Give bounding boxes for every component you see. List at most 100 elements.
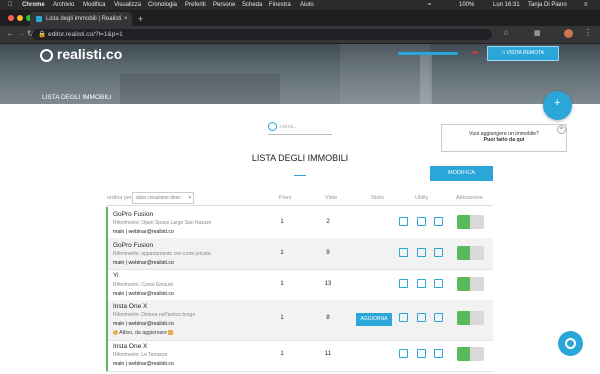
viste-value: 9 — [326, 250, 330, 256]
address-bar[interactable]: 🔒 editor.realisti.co/?l=1&p=1 — [32, 29, 492, 40]
image-icon[interactable] — [417, 279, 426, 288]
chevron-down-icon: ▾ — [188, 195, 191, 201]
property-name[interactable]: Insta One X — [113, 303, 147, 310]
activation-toggle[interactable] — [457, 311, 484, 325]
property-name[interactable]: Insta One X — [113, 343, 147, 350]
user-name[interactable]: Tanja Di Piano — [528, 0, 567, 10]
image-icon[interactable] — [417, 217, 426, 226]
sort-label: ordina per — [107, 195, 132, 201]
video-icon: □ — [501, 50, 506, 56]
image-icon[interactable] — [417, 248, 426, 257]
new-tab-icon[interactable]: + — [138, 12, 143, 26]
active-indicator — [106, 300, 108, 340]
col-header-attivazione: Attivazione — [456, 195, 483, 201]
chat-icon — [565, 338, 576, 349]
menu-dots-icon[interactable]: ⋮ — [584, 28, 592, 37]
back-icon[interactable]: ← — [6, 29, 14, 38]
activation-toggle[interactable] — [457, 347, 484, 361]
search-field[interactable]: cerca... — [268, 122, 332, 135]
close-tab-icon[interactable]: × — [124, 12, 128, 26]
minimize-window-icon[interactable] — [17, 15, 23, 21]
status-text: Attivo, da aggiornare — [119, 330, 168, 336]
info-icon — [168, 330, 174, 336]
url-text: editor.realisti.co/?l=1&p=1 — [48, 31, 123, 38]
apple-menu-icon[interactable]:  — [8, 0, 13, 10]
piani-value: 1 — [280, 315, 284, 321]
search-placeholder: cerca... — [280, 124, 299, 130]
close-window-icon[interactable] — [8, 15, 14, 21]
menu-cronologia[interactable]: Cronologia — [148, 0, 177, 10]
search-icon — [268, 122, 277, 131]
piani-value: 1 — [280, 219, 284, 225]
clock[interactable]: Lun 16:31 — [493, 0, 520, 10]
tab-title: Lista degli immobili | Realisti.co — [46, 16, 122, 22]
external-link-icon[interactable] — [434, 217, 443, 226]
add-property-button[interactable]: + — [543, 91, 572, 120]
col-header-piani: Piani — [279, 195, 292, 201]
property-name[interactable]: Yi — [113, 272, 119, 279]
page-title: LISTA DEGLI IMMOBILI — [251, 153, 349, 163]
profile-avatar[interactable] — [564, 29, 573, 38]
property-name[interactable]: GoPro Fusion — [113, 242, 153, 249]
property-account: main | webinar@realisti.co — [113, 321, 174, 327]
activation-toggle[interactable] — [457, 246, 484, 260]
image-icon[interactable] — [417, 349, 426, 358]
chat-button[interactable] — [558, 331, 583, 356]
modifica-button[interactable]: MODIFICA — [430, 166, 493, 181]
logo[interactable]: realisti.co — [40, 46, 122, 62]
table-row: GoPro Fusion Riferimento: appartamento c… — [106, 238, 493, 270]
forward-icon[interactable]: → — [17, 29, 25, 38]
viste-value: 8 — [326, 315, 330, 321]
viste-value: 2 — [326, 219, 330, 225]
image-icon[interactable] — [417, 313, 426, 322]
menu-preferiti[interactable]: Preferiti — [185, 0, 206, 10]
play-icon[interactable] — [399, 313, 408, 322]
activation-toggle[interactable] — [457, 215, 484, 229]
menu-aiuto[interactable]: Aiuto — [300, 0, 314, 10]
aggiorna-button[interactable]: AGGIORNA — [356, 313, 392, 326]
battery-level[interactable]: 100% — [459, 0, 474, 10]
play-icon[interactable] — [399, 217, 408, 226]
browser-tab[interactable]: Lista degli immobili | Realisti.co × — [30, 12, 132, 26]
external-link-icon[interactable] — [434, 248, 443, 257]
table-row: Yi Riferimento: Corso Einaudi main | web… — [106, 269, 493, 301]
menu-archivio[interactable]: Archivio — [53, 0, 74, 10]
viste-value: 13 — [324, 281, 332, 287]
logo-icon — [40, 48, 53, 62]
property-account: main | webinar@realisti.co — [113, 260, 174, 266]
title-underline — [294, 175, 306, 176]
menu-persone[interactable]: Persone — [213, 0, 235, 10]
menu-modifica[interactable]: Modifica — [83, 0, 105, 10]
active-indicator — [106, 269, 108, 300]
account-selector[interactable] — [398, 52, 458, 55]
play-icon[interactable] — [399, 248, 408, 257]
play-icon[interactable] — [399, 349, 408, 358]
menu-visualizza[interactable]: Visualizza — [114, 0, 141, 10]
property-account: main | webinar@realisti.co — [113, 229, 174, 235]
extensions-icon[interactable]: ▦ — [534, 29, 541, 37]
property-ref: Riferimento: Open Space Largo San Nazaro — [113, 220, 212, 226]
property-account: main | webinar@realisti.co — [113, 291, 174, 297]
piani-value: 1 — [280, 351, 284, 357]
bookmark-icon[interactable]: ☆ — [503, 29, 509, 37]
external-link-icon[interactable] — [434, 349, 443, 358]
external-link-icon[interactable] — [434, 313, 443, 322]
control-center-icon[interactable]: ≡ — [584, 0, 588, 10]
external-link-icon[interactable] — [434, 279, 443, 288]
close-icon[interactable]: × — [557, 125, 566, 134]
property-ref: Riferimento: Le Terrazze — [113, 352, 168, 358]
banner-page-title: LISTA DEGLI IMMOBILI — [42, 94, 112, 101]
property-name[interactable]: GoPro Fusion — [113, 211, 153, 218]
col-header-viste: Viste — [325, 195, 338, 201]
activation-toggle[interactable] — [457, 277, 484, 291]
favicon-icon — [36, 16, 42, 22]
viste-value: 11 — [324, 351, 332, 357]
menu-scheda[interactable]: Scheda — [242, 0, 262, 10]
visita-remota-button[interactable]: □ VISITA REMOTA — [487, 46, 559, 61]
menu-chrome[interactable]: Chrome — [22, 0, 45, 10]
wifi-icon[interactable]: ≈ — [428, 0, 431, 10]
piani-value: 1 — [280, 250, 284, 256]
play-icon[interactable] — [399, 279, 408, 288]
sort-select[interactable]: data creazione desc ▾ — [132, 192, 194, 204]
menu-finestra[interactable]: Finestra — [269, 0, 291, 10]
